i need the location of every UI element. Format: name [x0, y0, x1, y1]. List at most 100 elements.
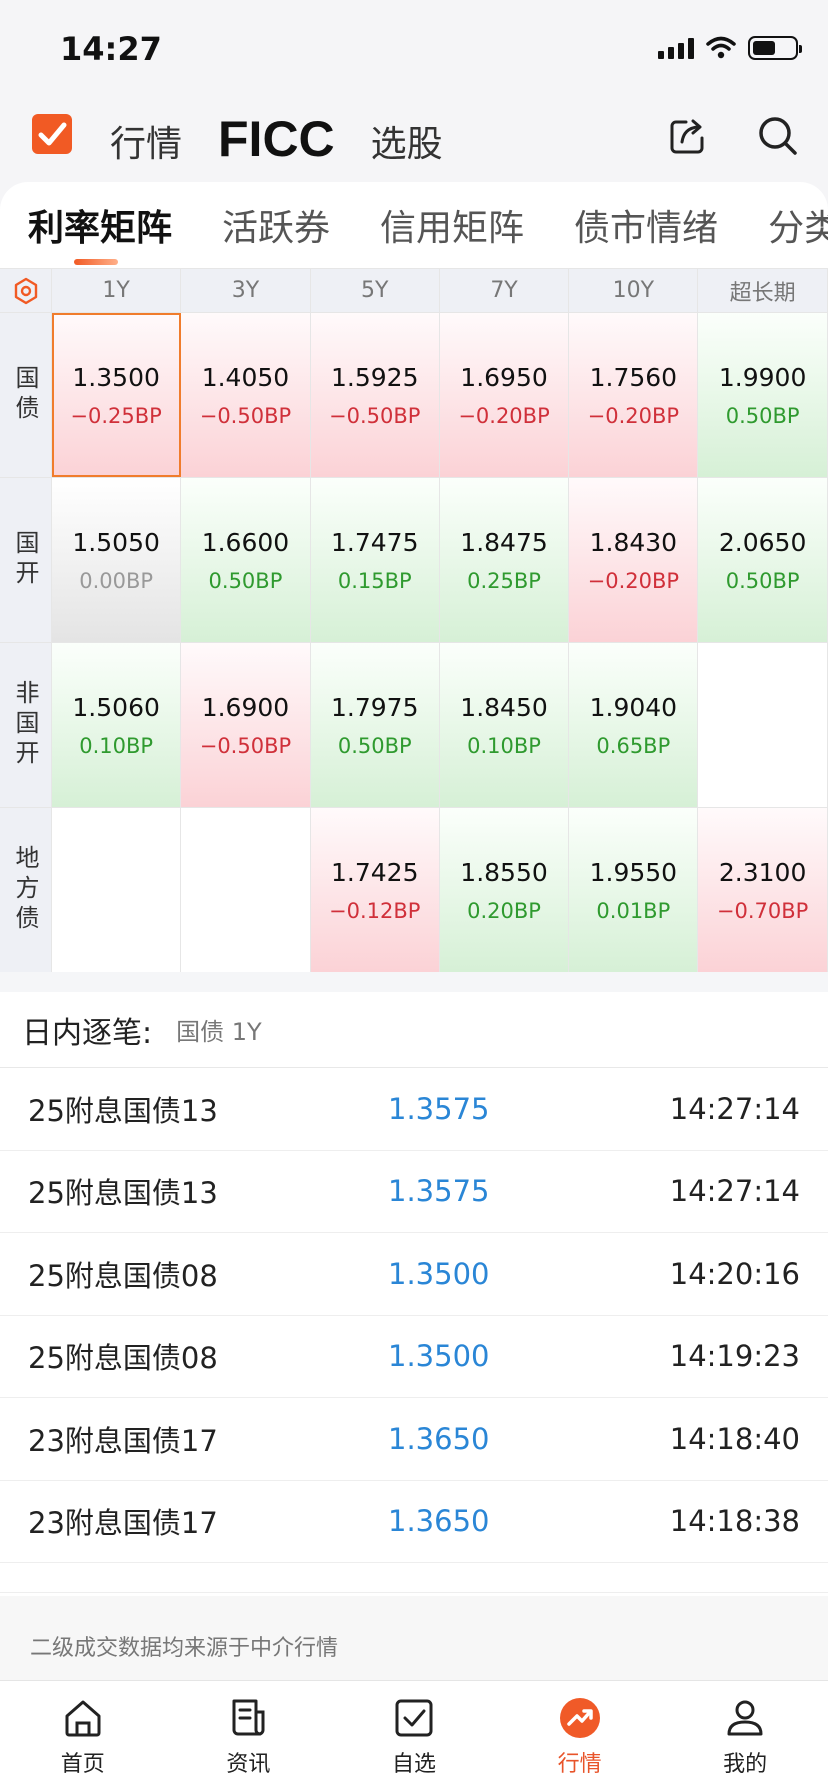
trade-name: 23附息国债17	[28, 1506, 218, 1541]
matrix-row: 国开 1.5050 0.00BP 1.6600 0.50BP 1.7475 0.15BP 1.…	[0, 477, 828, 642]
nav-stock-picker[interactable]: 选股	[371, 115, 443, 167]
app-logo-icon[interactable]	[32, 114, 72, 154]
cell-change: 0.65BP	[596, 733, 671, 758]
trade-row[interactable]: 25附息国债13 1.3575 14:27:14	[0, 1151, 828, 1233]
matrix-cell[interactable]: 2.3100 −0.70BP	[698, 808, 828, 972]
matrix-cell[interactable]: 1.7475 0.15BP	[310, 478, 440, 642]
matrix-cell[interactable]: 1.7560 −0.20BP	[569, 313, 699, 477]
matrix-cell[interactable]: 2.0650 0.50BP	[698, 478, 828, 642]
nav-ficc[interactable]: FICC	[218, 110, 335, 168]
matrix-cell[interactable]: 1.7425 −0.12BP	[310, 808, 440, 972]
bottom-nav-profile[interactable]: 我的	[662, 1681, 828, 1792]
matrix-cell[interactable]: 1.5060 0.10BP	[52, 643, 182, 807]
nav-market[interactable]: 行情	[110, 115, 182, 167]
cell-change: 0.01BP	[596, 898, 671, 923]
matrix-cell[interactable]: 1.5050 0.00BP	[52, 478, 182, 642]
bottom-nav-home[interactable]: 首页	[0, 1681, 166, 1792]
status-time: 14:27	[60, 30, 162, 68]
checkbox-icon	[395, 1699, 433, 1736]
trade-row[interactable]: 25附息国债13 1.3575 14:27:14	[0, 1068, 828, 1151]
battery-icon	[748, 36, 802, 60]
trade-price: 1.3650	[388, 1504, 490, 1539]
matrix-cell[interactable]: 1.6950 −0.20BP	[439, 313, 570, 477]
cell-yield: 1.7560	[589, 362, 678, 392]
bottom-nav-market[interactable]: 行情	[497, 1681, 663, 1792]
matrix-cell[interactable]: 1.9040 0.65BP	[569, 643, 699, 807]
cell-change: 0.10BP	[467, 733, 541, 758]
search-icon[interactable]	[756, 114, 800, 158]
cell-yield: 1.9900	[718, 362, 807, 392]
matrix-cell[interactable]: 1.9550 0.01BP	[569, 808, 699, 972]
cell-change: 0.50BP	[725, 403, 800, 428]
tab-credit-matrix[interactable]: 信用矩阵	[380, 199, 524, 251]
matrix-cell[interactable]: 1.8450 0.10BP	[439, 643, 570, 807]
matrix-col-header: 超长期	[698, 269, 828, 312]
section-divider	[0, 972, 828, 992]
cell-yield: 1.7425	[331, 857, 419, 887]
matrix-cell[interactable]: 1.6600 0.50BP	[181, 478, 311, 642]
tab-active-bonds[interactable]: 活跃券	[222, 199, 330, 251]
trade-price: 1.3575	[388, 1174, 490, 1209]
matrix-row: 非国开 1.5060 0.10BP 1.6900 −0.50BP 1.7975 0.50BP…	[0, 642, 828, 807]
matrix-cell	[181, 808, 311, 972]
trade-row[interactable]: 23附息国债17 1.3650 14:18:40	[0, 1398, 828, 1481]
tab-rate-matrix[interactable]: 利率矩阵	[28, 199, 172, 265]
tab-category[interactable]: 分类	[768, 199, 828, 251]
profile-icon	[727, 1700, 763, 1735]
intraday-subtitle: 国债 1Y	[176, 1018, 262, 1046]
matrix-cell[interactable]: 1.5925 −0.50BP	[310, 313, 440, 477]
trade-time: 14:27:14	[669, 1091, 800, 1126]
app-header: 行情 FICC 选股	[0, 96, 828, 186]
trade-name: 25附息国债13	[28, 1176, 218, 1211]
trade-price: 1.3575	[388, 1091, 490, 1126]
trade-row[interactable]: 25附息国债08 1.3500 14:20:16	[0, 1233, 828, 1316]
matrix-col-header: 7Y	[440, 269, 570, 312]
cell-yield: 1.9550	[589, 857, 678, 887]
cell-yield: 1.4050	[201, 362, 290, 392]
matrix-header-row: 1Y 3Y 5Y 7Y 10Y 超长期	[0, 268, 828, 312]
trade-row[interactable]: 23附息国债17 1.3650 14:18:38	[0, 1481, 828, 1563]
matrix-row: 地方债 1.7425 −0.12BP 1.8550 0.20BP 1.9550 0.01BP…	[0, 807, 828, 972]
trade-list: 25附息国债13 1.3575 14:27:14 25附息国债13 1.3575 14:2…	[0, 1068, 828, 1563]
data-source-note: 二级成交数据均来源于中介行情	[30, 1636, 339, 1661]
cell-change: −0.50BP	[199, 403, 292, 428]
cell-yield: 1.6900	[201, 692, 290, 722]
cell-change: −0.25BP	[70, 403, 162, 428]
bottom-nav-label: 行情	[557, 1751, 602, 1777]
matrix-row-label: 国开	[0, 478, 52, 642]
bottom-nav: 首页 资讯 自选 行情 我的	[0, 1680, 828, 1792]
bottom-nav-news[interactable]: 资讯	[166, 1681, 332, 1792]
trade-row[interactable]: 25附息国债08 1.3500 14:19:23	[0, 1316, 828, 1398]
bottom-nav-watchlist[interactable]: 自选	[331, 1681, 497, 1792]
matrix-row-label-text: 国债	[11, 365, 39, 425]
matrix-cell[interactable]: 1.8475 0.25BP	[439, 478, 570, 642]
matrix-cell[interactable]: 1.8550 0.20BP	[439, 808, 570, 972]
trade-time: 14:20:16	[669, 1256, 800, 1291]
matrix-row-label: 国债	[0, 313, 52, 477]
matrix-cell[interactable]: 1.6900 −0.50BP	[181, 643, 311, 807]
matrix-body: 国债 1.3500 −0.25BP 1.4050 −0.50BP 1.5925 −0.50B…	[0, 312, 828, 972]
category-tabs: 利率矩阵 活跃券 信用矩阵 债市情绪 分类	[0, 182, 828, 268]
matrix-cell[interactable]: 1.3500 −0.25BP	[52, 313, 182, 477]
home-icon	[65, 1700, 101, 1736]
matrix-cell	[698, 643, 828, 807]
share-icon[interactable]	[666, 114, 710, 158]
matrix-cell[interactable]: 1.9900 0.50BP	[698, 313, 828, 477]
matrix-col-header: 3Y	[181, 269, 311, 312]
trade-price: 1.3650	[388, 1421, 490, 1456]
trade-time: 14:19:23	[669, 1339, 800, 1374]
cell-yield: 1.5050	[72, 527, 160, 557]
matrix-cell[interactable]: 1.7975 0.50BP	[310, 643, 440, 807]
matrix-cell[interactable]: 1.8430 −0.20BP	[569, 478, 699, 642]
tab-bond-sentiment[interactable]: 债市情绪	[574, 199, 718, 251]
matrix-cell[interactable]: 1.4050 −0.50BP	[181, 313, 311, 477]
cell-yield: 2.3100	[718, 857, 807, 887]
matrix-row-label-text: 国开	[11, 530, 39, 590]
matrix-settings-icon[interactable]	[0, 269, 52, 312]
trade-name: 25附息国债13	[28, 1093, 218, 1128]
trade-time: 14:18:38	[669, 1504, 800, 1539]
cell-yield: 1.9040	[589, 692, 678, 722]
matrix-row-label-text: 地方债	[11, 845, 39, 935]
cell-change: 0.50BP	[208, 568, 283, 593]
matrix-col-header: 1Y	[52, 269, 182, 312]
